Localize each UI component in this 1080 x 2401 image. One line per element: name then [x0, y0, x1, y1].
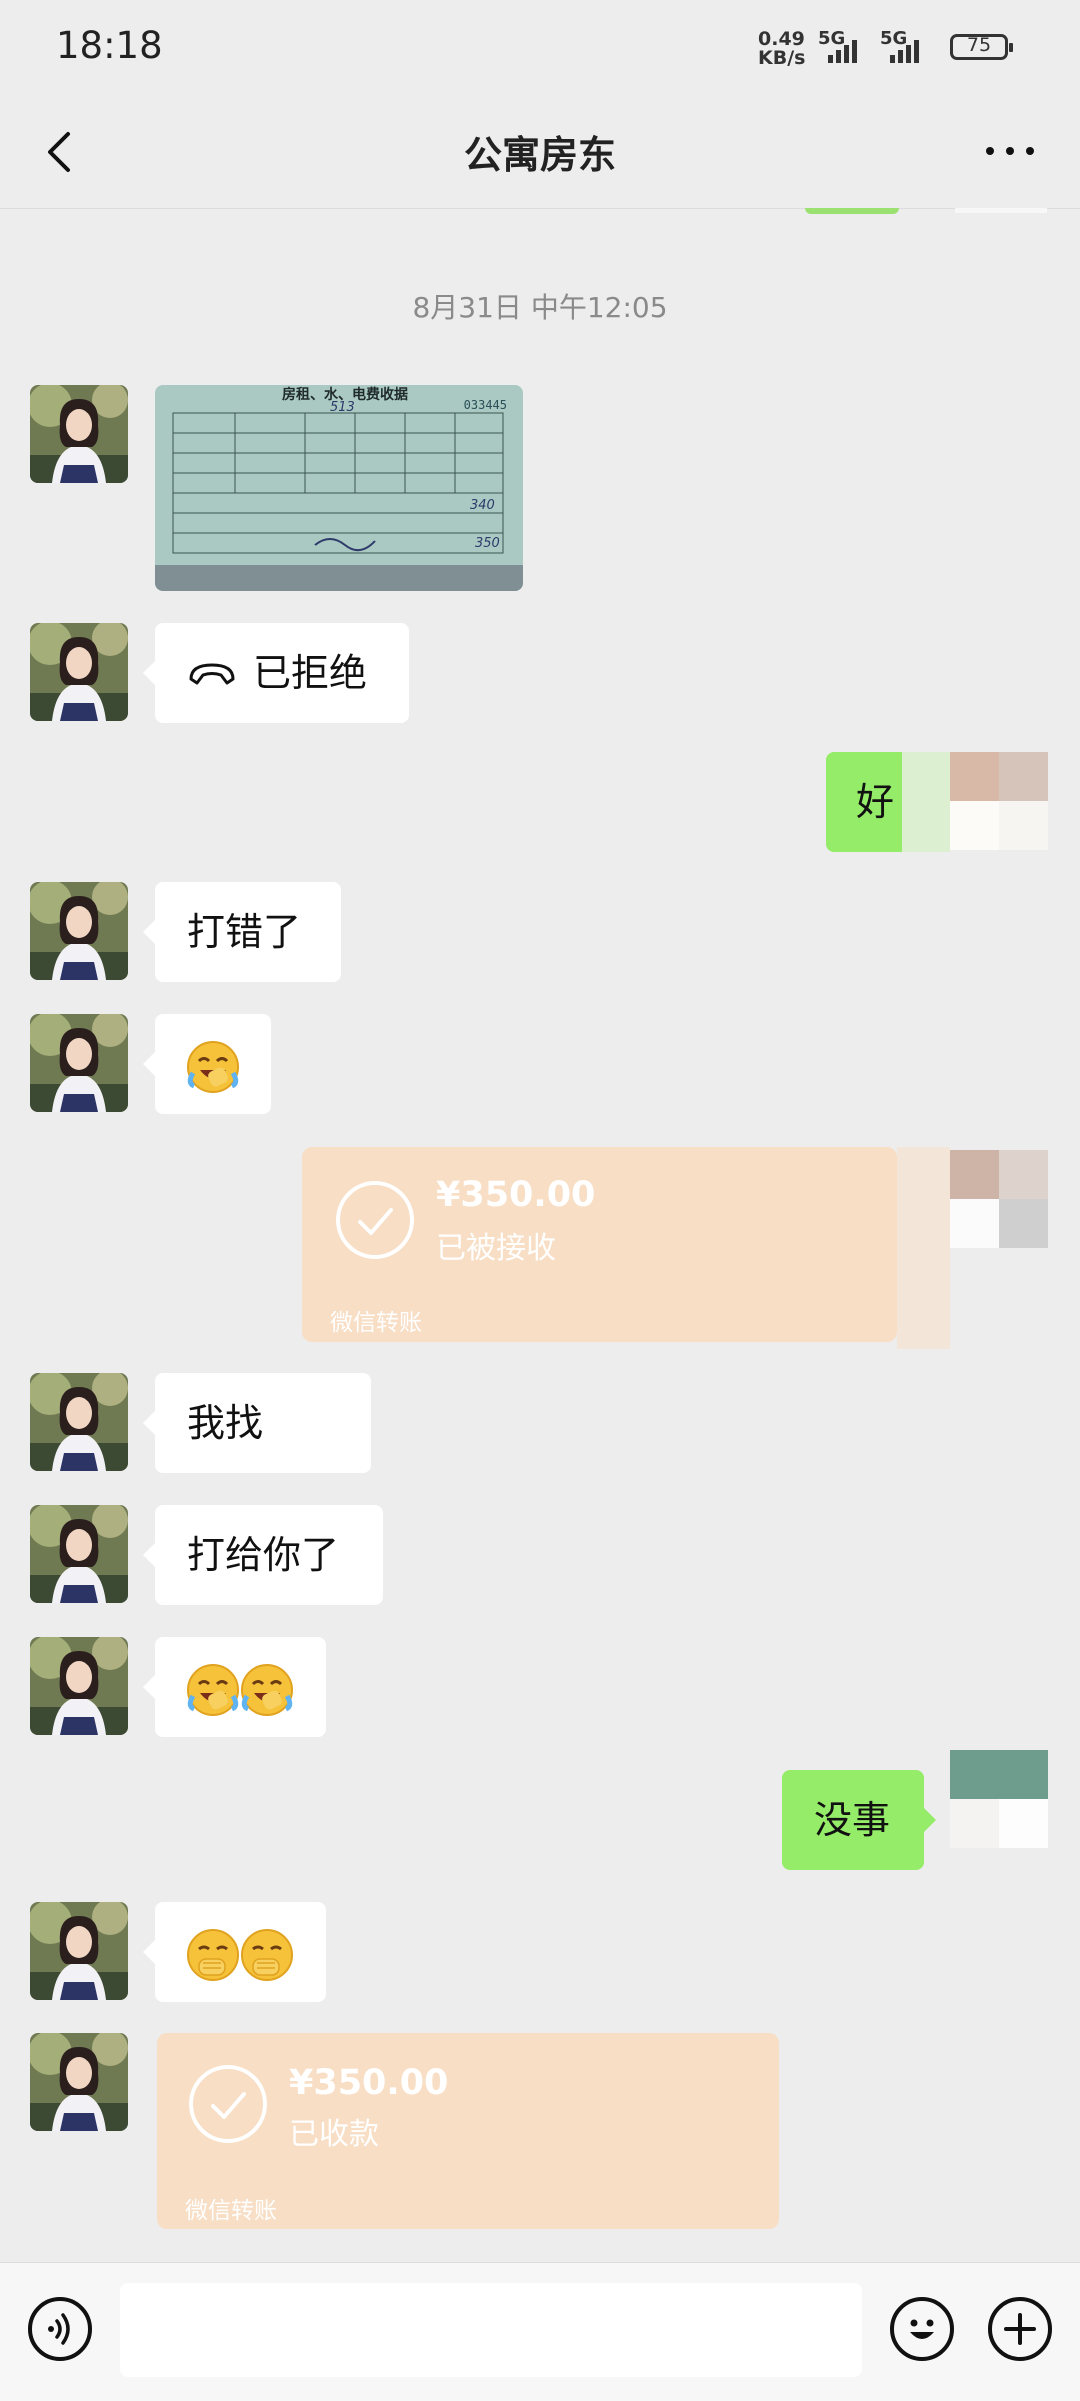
receipt-room: 513 — [330, 400, 355, 415]
chat-title: 公寓房东 — [463, 133, 616, 177]
facepalm-laugh-emoji — [185, 1662, 241, 1718]
receipt-number: 033445 — [464, 398, 507, 412]
avatar[interactable] — [30, 882, 128, 980]
receipt-image[interactable]: 房租、水、电费收据 033445 513 340 350 — [155, 385, 523, 591]
voice-icon[interactable] — [28, 2297, 92, 2361]
call-rejected-bubble[interactable]: 已拒绝 — [143, 623, 409, 726]
transfer-status: 已收款 — [289, 2117, 379, 2152]
hand-over-mouth-emoji — [185, 1927, 241, 1983]
hangup-phone-icon — [187, 626, 237, 726]
call-status-text: 已拒绝 — [253, 651, 368, 695]
my-message-bubble[interactable]: 没事 — [782, 1770, 936, 1870]
transfer-card[interactable]: ¥350.00 已收款 微信转账 — [157, 2033, 779, 2229]
signal-icon: 5G — [880, 28, 936, 64]
message-bubble[interactable]: 我找 313 — [143, 1373, 371, 1545]
avatar[interactable] — [30, 1505, 128, 1603]
emoji-bubble[interactable] — [143, 1014, 271, 1114]
more-dots-icon[interactable] — [980, 126, 1040, 176]
chat-header: 公寓房东 — [0, 96, 1080, 209]
message-bubble[interactable]: 打给你了 — [143, 1505, 383, 1605]
status-bar: 18:18 0.49 KB/s 5G 5G 75 — [0, 0, 1080, 96]
my-message-bubble[interactable]: 好 — [826, 752, 920, 852]
checkmark-circle-icon — [336, 1181, 414, 1259]
avatar[interactable] — [30, 1902, 128, 2000]
message-text: 打给你了 — [187, 1533, 340, 1577]
message-text: 没事 — [814, 1798, 891, 1842]
avatar[interactable] — [30, 2033, 128, 2131]
transfer-footer: 微信转账 — [330, 1310, 422, 1336]
receipt-paid: 350 — [475, 536, 500, 551]
transfer-footer: 微信转账 — [185, 2198, 277, 2224]
chat-timestamp: 8月31日 中午12:05 — [412, 291, 668, 324]
blur-patch — [897, 1147, 950, 1349]
plus-icon[interactable] — [988, 2297, 1052, 2361]
transfer-status: 已被接收 — [436, 1231, 556, 1266]
facepalm-laugh-emoji — [185, 1039, 241, 1095]
smile-icon[interactable] — [890, 2297, 954, 2361]
message-text: 好 — [856, 780, 895, 824]
battery-icon: 75 — [950, 34, 1013, 60]
network-speed: 0.49 KB/s — [758, 28, 806, 69]
signal-icon: 5G — [818, 28, 874, 64]
receipt-total: 340 — [470, 498, 495, 513]
previous-bubble-edge — [805, 208, 899, 214]
emoji-bubble[interactable] — [143, 1902, 326, 2002]
blur-patch — [902, 752, 950, 852]
checkmark-circle-icon — [189, 2065, 267, 2143]
avatar[interactable] — [30, 623, 128, 721]
avatar[interactable] — [30, 385, 128, 483]
status-time: 18:18 — [56, 24, 163, 67]
message-bubble[interactable]: 打错了 — [143, 882, 341, 982]
transfer-amount: ¥350.00 — [436, 1175, 596, 1215]
message-input[interactable] — [120, 2283, 862, 2377]
hand-over-mouth-emoji — [239, 1927, 295, 1983]
avatar[interactable] — [30, 1373, 128, 1471]
emoji-bubble[interactable] — [143, 1637, 326, 1737]
facepalm-laugh-emoji — [239, 1662, 295, 1718]
my-avatar[interactable] — [950, 1150, 1048, 1248]
previous-avatar-edge — [955, 208, 1047, 213]
avatar[interactable] — [30, 1014, 128, 1112]
my-avatar[interactable] — [950, 752, 1048, 850]
input-bar — [0, 2262, 1080, 2401]
transfer-amount: ¥350.00 — [289, 2063, 449, 2103]
message-text: 打错了 — [187, 910, 302, 954]
my-avatar[interactable] — [950, 1750, 1048, 1848]
avatar[interactable] — [30, 1637, 128, 1735]
transfer-card[interactable]: ¥350.00 已被接收 微信转账 — [302, 1147, 897, 1342]
